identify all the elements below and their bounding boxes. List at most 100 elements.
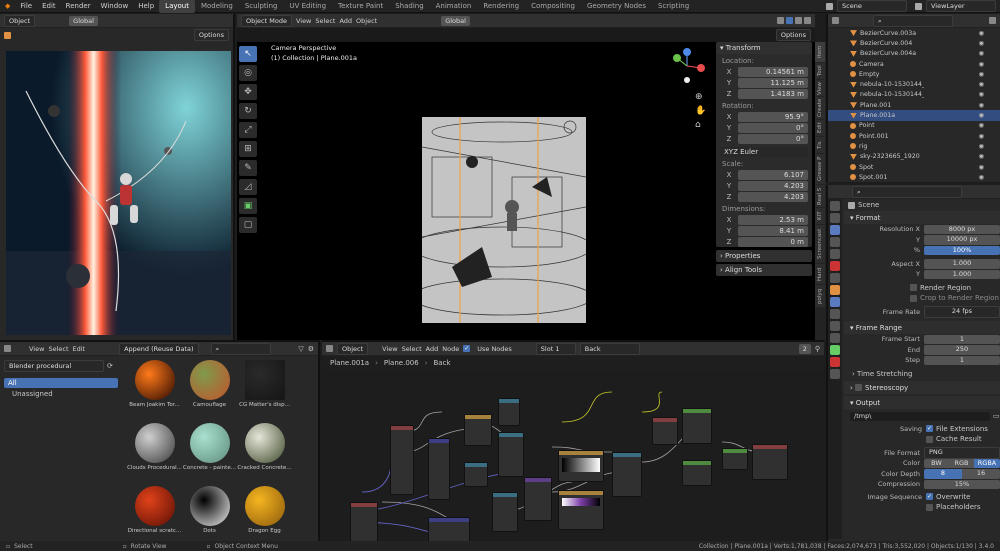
align-tools-panel[interactable]: › Align Tools [716,264,812,276]
dimensions-y-field[interactable]: Y 8.41 m [720,226,808,236]
format-panel-header[interactable]: ▾ Format [844,211,1000,224]
sidebar-tab-view[interactable]: View [815,80,825,96]
scale-x-value[interactable]: 6.107 [738,170,808,180]
breadcrumb-object[interactable]: Plane.001a [330,359,369,367]
shading-material-icon[interactable] [795,17,802,24]
outliner-item[interactable]: Point.001 ◉ [828,131,1000,141]
display-mode-icon[interactable] [832,17,839,24]
extra-tool-icon[interactable]: ▢ [239,217,257,233]
asset-menu-edit[interactable]: Edit [73,345,86,353]
file-format-dropdown[interactable]: PNG [924,447,1000,459]
view-layer-tab-icon[interactable] [830,237,840,247]
location-z-value[interactable]: 1.4183 m [738,89,808,99]
resolution-percent-field[interactable]: 100% [924,245,1000,255]
sidebar-tab-tool[interactable]: Tool [815,63,825,79]
image-editor-mode-dropdown[interactable]: Object [4,14,36,27]
stereoscopy-checkbox[interactable] [855,384,863,391]
settings-gear-icon[interactable]: ⚙ [308,345,314,353]
location-y-field[interactable]: Y 11.125 m [720,78,808,88]
outliner-item[interactable]: BezierCurve.003a ◉ [828,28,1000,38]
modifier-tab-icon[interactable] [830,297,840,307]
node-menu-add[interactable]: Add [426,345,439,353]
color-depth-16-button[interactable]: 16 [962,469,1000,479]
material-tab-icon[interactable] [830,357,840,367]
render-tab-icon[interactable] [830,213,840,223]
material-users-count[interactable]: 2 [798,343,811,354]
rotation-mode-value[interactable]: XYZ Euler [720,147,808,157]
outliner-item[interactable]: Empty ◉ [828,69,1000,79]
outliner-item[interactable]: nebula-10-1530144_1920.001 ◉ [828,90,1000,100]
dimensions-z-field[interactable]: Z 0 m [720,237,808,247]
editor-type-icon[interactable] [326,345,333,352]
placeholders-checkbox[interactable] [926,503,933,511]
node-noise-texture[interactable] [464,414,492,446]
menu-window[interactable]: Window [96,0,134,13]
asset-item[interactable]: CG Matter's disp... [237,360,292,408]
dimensions-x-value[interactable]: 2.53 m [738,215,808,225]
zoom-icon[interactable]: ⊕ [695,90,706,104]
time-stretching-panel[interactable]: › Time Stretching [844,369,1000,380]
outliner-item[interactable]: sky-2323665_1920 ◉ [828,152,1000,162]
visibility-eye-icon[interactable]: ◉ [979,164,985,171]
outliner-item[interactable]: Camera ◉ [828,59,1000,69]
outliner-search-input[interactable]: ⌕ [873,14,953,27]
breadcrumb-material[interactable]: Back [434,359,451,367]
workspace-tab-shading[interactable]: Shading [389,0,429,13]
cursor-tool-icon[interactable]: ◎ [239,65,257,81]
outliner-item[interactable]: BezierCurve.004a ◉ [828,49,1000,59]
workspace-tab-texture-paint[interactable]: Texture Paint [332,0,389,13]
material-selector[interactable]: Back [579,342,640,355]
scale-y-field[interactable]: Y 4.203 [720,181,808,191]
node-menu-select[interactable]: Select [402,345,422,353]
node-editor[interactable]: Object View Select Add Node ✓ Use Nodes S… [322,340,824,544]
node-canvas[interactable] [322,372,824,544]
object-tab-icon[interactable] [830,285,840,295]
compression-slider[interactable]: 15% [924,479,1000,489]
workspace-tab-animation[interactable]: Animation [430,0,478,13]
visibility-eye-icon[interactable]: ◉ [979,153,985,160]
editor-type-icon[interactable] [4,345,11,352]
sidebar-tab-edit[interactable]: Edit [815,120,825,136]
node-color-ramp-a[interactable] [498,398,520,426]
output-path-field[interactable]: /tmp\ [850,411,990,421]
move-tool-icon[interactable]: ✥ [239,84,257,100]
properties-search-input[interactable]: ⌕ [852,185,962,198]
rotation-y-field[interactable]: Y 0° [720,123,808,133]
menu-render[interactable]: Render [61,0,96,13]
workspace-tab-scripting[interactable]: Scripting [652,0,695,13]
use-nodes-checkbox[interactable]: ✓ [463,345,471,352]
viewport-transform-orientation[interactable]: Global [441,15,470,26]
node-image-texture[interactable] [558,450,604,482]
frame-step-field[interactable]: 1 [924,355,1000,365]
resolution-y-field[interactable]: 10000 px [924,235,1000,245]
sidebar-tab-polyq[interactable]: polyq [815,285,825,307]
node-mapping[interactable] [428,438,450,500]
sidebar-tab-real-s[interactable]: Real S [815,185,825,207]
viewport-options[interactable]: Options [775,29,811,41]
node-material-output[interactable] [752,444,788,480]
rotate-tool-icon[interactable]: ↻ [239,103,257,119]
dimensions-x-field[interactable]: X 2.53 m [720,215,808,225]
shading-rendered-icon[interactable] [804,17,811,24]
node-mix-shader[interactable] [722,448,748,470]
visibility-eye-icon[interactable]: ◉ [979,133,985,140]
output-tab-icon[interactable] [830,225,840,235]
properties-panel[interactable]: › Properties [716,250,812,262]
color-rgba-button[interactable]: RGBA [974,458,1000,468]
workspace-tab-geometry-nodes[interactable]: Geometry Nodes [581,0,652,13]
sidebar-tab-hard[interactable]: Hard [815,264,825,284]
node-menu-view[interactable]: View [382,345,397,353]
node-separate-rgb[interactable] [492,492,518,532]
node-frame-group[interactable] [428,517,470,543]
view-layer-selector[interactable]: ViewLayer [926,0,996,12]
navigation-gizmo[interactable] [667,46,707,86]
scene-selector[interactable]: Scene [837,0,907,12]
rotation-z-value[interactable]: 0° [738,134,808,144]
node-menu-node[interactable]: Node [442,345,459,353]
annotate-tool-icon[interactable]: ✎ [239,160,257,176]
viewport-menu-add[interactable]: Add [339,17,352,25]
cache-result-row[interactable]: Cache Result [844,434,1000,445]
measure-tool-icon[interactable]: ◿ [239,179,257,195]
crop-region-checkbox[interactable] [910,294,917,302]
visibility-eye-icon[interactable]: ◉ [979,71,985,78]
